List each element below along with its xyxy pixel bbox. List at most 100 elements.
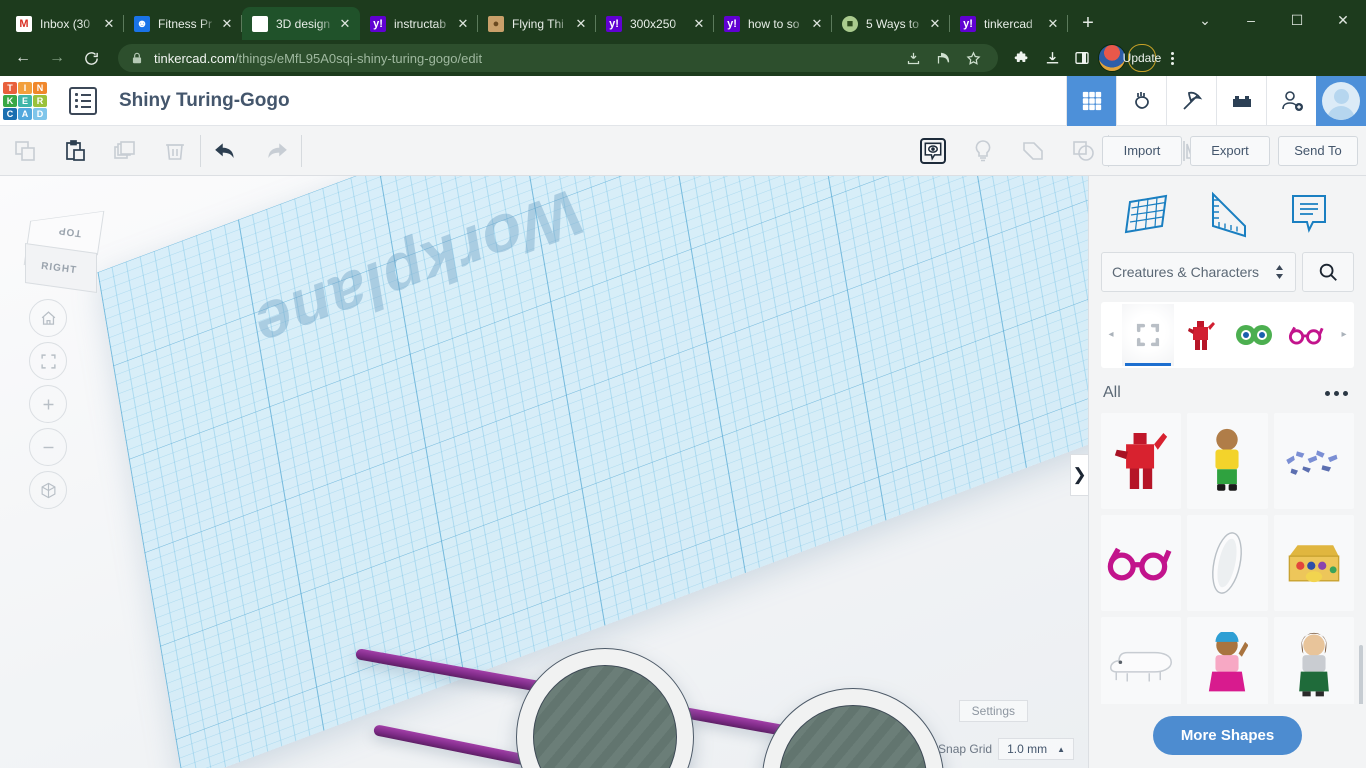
shape-thumbnail-gold-treasure-chest[interactable] xyxy=(1274,515,1354,611)
workplane-tool-icon[interactable] xyxy=(1117,185,1175,243)
browser-tab[interactable]: ● Flying Thi ✕ xyxy=(478,7,596,40)
tab-title: how to so xyxy=(748,17,808,31)
tab-close-button[interactable]: ✕ xyxy=(926,15,944,33)
fit-to-view-button[interactable] xyxy=(29,342,67,380)
tab-close-button[interactable]: ✕ xyxy=(1044,15,1062,33)
shape-thumbnail-red-robot-figure[interactable] xyxy=(1101,413,1181,509)
zoom-in-button[interactable] xyxy=(29,385,67,423)
glasses-model[interactable] xyxy=(330,596,970,768)
home-view-button[interactable] xyxy=(29,299,67,337)
shape-thumbnail-magenta-glasses[interactable] xyxy=(1101,515,1181,611)
ruler-tool-icon[interactable] xyxy=(1198,185,1256,243)
3d-viewport[interactable]: Workplane TOP RIGHT xyxy=(0,176,1088,768)
tab-search-chevron-down-icon[interactable]: ⌄ xyxy=(1182,0,1228,40)
notes-tool-icon[interactable] xyxy=(1280,185,1338,243)
minecraft-pickaxe-icon[interactable] xyxy=(1166,76,1216,126)
more-options-icon[interactable] xyxy=(1321,385,1352,402)
tab-close-button[interactable]: ✕ xyxy=(690,15,708,33)
minimize-icon[interactable]: – xyxy=(1228,0,1274,40)
user-avatar[interactable] xyxy=(1316,76,1366,126)
duplicate-button[interactable] xyxy=(100,126,150,176)
shape-thumbnail-pink-dress-person[interactable] xyxy=(1187,617,1267,704)
bookmark-star-icon[interactable] xyxy=(960,45,986,71)
browser-tab[interactable]: y! instructab ✕ xyxy=(360,7,478,40)
browser-tab[interactable]: ■ 5 Ways to ✕ xyxy=(832,7,950,40)
browser-tab[interactable]: y! how to so ✕ xyxy=(714,7,832,40)
forward-button[interactable]: → xyxy=(42,43,72,73)
back-button[interactable]: ← xyxy=(8,43,38,73)
browser-tab[interactable]: y! 300x250 ✕ xyxy=(596,7,714,40)
panel-scrollbar[interactable] xyxy=(1359,645,1363,704)
carousel-items xyxy=(1121,302,1334,368)
address-bar[interactable]: tinkercad.com/things/eMfL95A0sqi-shiny-t… xyxy=(118,44,998,72)
new-tab-button[interactable]: + xyxy=(1074,9,1102,37)
paste-button[interactable] xyxy=(50,126,100,176)
shape-thumbnail-white-polar-bear[interactable] xyxy=(1101,617,1181,704)
shape-thumbnail-yellow-shirt-person[interactable] xyxy=(1187,413,1267,509)
note-button[interactable] xyxy=(958,126,1008,176)
side-panel-icon[interactable] xyxy=(1068,44,1096,72)
show-hide-button[interactable] xyxy=(908,126,958,176)
settings-button[interactable]: Settings xyxy=(959,700,1028,722)
invite-person-icon[interactable] xyxy=(1266,76,1316,126)
3d-designs-grid-icon[interactable] xyxy=(1066,76,1116,126)
blocks-brick-icon[interactable] xyxy=(1216,76,1266,126)
copy-button[interactable] xyxy=(0,126,50,176)
ungroup-button[interactable] xyxy=(1058,126,1108,176)
tab-close-button[interactable]: ✕ xyxy=(808,15,826,33)
category-select[interactable]: Creatures & Characters xyxy=(1101,252,1296,292)
undo-button[interactable] xyxy=(201,126,251,176)
shape-thumbnail-white-lens-ellipse[interactable] xyxy=(1187,515,1267,611)
browser-menu-button[interactable] xyxy=(1158,44,1186,72)
tab-close-button[interactable]: ✕ xyxy=(454,15,472,33)
import-button[interactable]: Import xyxy=(1102,136,1182,166)
downloads-icon[interactable] xyxy=(1038,44,1066,72)
tab-title: Fitness Pr xyxy=(158,17,218,31)
view-cube[interactable]: TOP RIGHT xyxy=(16,202,108,294)
export-button[interactable]: Export xyxy=(1190,136,1270,166)
lens-left[interactable] xyxy=(516,648,694,768)
yahoo-icon: y! xyxy=(606,16,622,32)
tab-close-button[interactable]: ✕ xyxy=(100,15,118,33)
logo-letter: A xyxy=(18,108,32,120)
group-button[interactable] xyxy=(1008,126,1058,176)
share-icon[interactable] xyxy=(930,45,956,71)
send-to-button[interactable]: Send To xyxy=(1278,136,1358,166)
restore-icon[interactable]: ☐ xyxy=(1274,0,1320,40)
browser-tab[interactable]: M Inbox (30 ✕ xyxy=(6,7,124,40)
search-button[interactable] xyxy=(1302,252,1354,292)
tab-close-button[interactable]: ✕ xyxy=(336,15,354,33)
lens-right[interactable] xyxy=(762,688,944,768)
more-shapes-button[interactable]: More Shapes xyxy=(1153,716,1302,755)
extensions-puzzle-icon[interactable] xyxy=(1008,44,1036,72)
browser-tab-active[interactable]: 3D design ✕ xyxy=(242,7,360,40)
green-eyes-icon[interactable] xyxy=(1228,304,1280,366)
clipboard-group xyxy=(0,126,200,176)
tinkercad-logo-icon[interactable]: T I N K E R C A D xyxy=(3,82,47,120)
all-shapes-icon[interactable] xyxy=(1122,304,1174,366)
section-label: All xyxy=(1103,384,1121,402)
ortho-perspective-button[interactable] xyxy=(29,471,67,509)
carousel-next-button[interactable]: ▸ xyxy=(1334,329,1354,340)
red-figure-icon[interactable] xyxy=(1175,304,1227,366)
redo-button[interactable] xyxy=(251,126,301,176)
install-app-icon[interactable] xyxy=(900,45,926,71)
tab-close-button[interactable]: ✕ xyxy=(218,15,236,33)
shape-thumbnail-blue-confetti-sprinkles[interactable] xyxy=(1274,413,1354,509)
carousel-prev-button[interactable]: ◂ xyxy=(1101,329,1121,340)
reload-button[interactable] xyxy=(76,43,106,73)
shape-thumbnail-green-skirt-person[interactable] xyxy=(1274,617,1354,704)
zoom-out-button[interactable] xyxy=(29,428,67,466)
project-menu-icon[interactable] xyxy=(69,87,97,115)
edit-toolbar: Import Export Send To xyxy=(0,126,1366,176)
collapse-panel-button[interactable]: ❯ xyxy=(1070,454,1088,496)
close-icon[interactable]: ✕ xyxy=(1320,0,1366,40)
circuits-icon[interactable] xyxy=(1116,76,1166,126)
browser-tab[interactable]: y! tinkercad ✕ xyxy=(950,7,1068,40)
snap-grid-select[interactable]: 1.0 mm ▲ xyxy=(998,738,1074,760)
delete-button[interactable] xyxy=(150,126,200,176)
browser-tab[interactable]: ☻ Fitness Pr ✕ xyxy=(124,7,242,40)
magenta-glasses-icon[interactable] xyxy=(1281,304,1333,366)
tab-close-button[interactable]: ✕ xyxy=(572,15,590,33)
update-button[interactable]: Update xyxy=(1128,44,1156,72)
